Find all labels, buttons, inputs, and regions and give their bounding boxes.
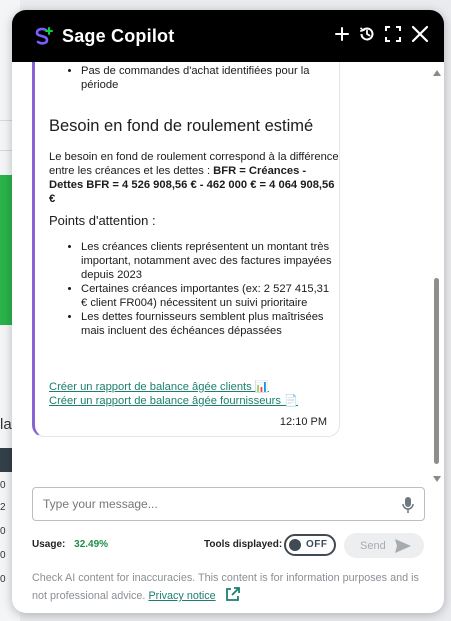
bullet-list: Pas de commandes d'achat identifiées pou… [35, 64, 335, 92]
background-cell: 2 [0, 502, 6, 513]
background-divider [0, 150, 12, 151]
background-text: la [0, 416, 12, 433]
list-item: Pas de commandes d'achat identifiées pou… [81, 64, 335, 92]
scrollbar-thumb[interactable] [434, 278, 439, 464]
assistant-message: Pas de commandes d'achat identifiées pou… [32, 62, 340, 437]
background-cell: 0 [0, 574, 6, 585]
list-item: Les dettes fournisseurs semblent plus ma… [81, 310, 335, 338]
create-client-aging-report-link[interactable]: Créer un rapport de balance âgée clients… [49, 380, 298, 394]
usage-indicator: Usage: 32.49% [32, 539, 108, 550]
background-dark-bar [0, 448, 12, 472]
copilot-panel: Sage Copilot Pas de commandes d'achat id… [12, 10, 444, 613]
chat-scrollbar[interactable] [432, 70, 442, 482]
background-divider [0, 120, 12, 121]
toggle-knob [289, 539, 301, 551]
chat-area: Pas de commandes d'achat identifiées pou… [12, 62, 444, 482]
message-timestamp: 12:10 PM [279, 416, 327, 428]
disclaimer: Check AI content for inaccuracies. This … [32, 570, 427, 604]
list-item: Certaines créances importantes (ex: 2 52… [81, 282, 335, 310]
attention-title: Points d'attention : [49, 213, 156, 228]
send-icon [395, 539, 411, 553]
sage-logo-icon [35, 27, 53, 45]
create-supplier-aging-report-link[interactable]: Créer un rapport de balance âgée fournis… [49, 394, 298, 408]
usage-value: 32.49% [74, 539, 109, 550]
send-label: Send [360, 539, 386, 552]
message-input[interactable] [33, 488, 373, 520]
close-icon[interactable] [410, 24, 430, 44]
tools-displayed-toggle[interactable]: OFF [284, 534, 336, 556]
panel-header: Sage Copilot [12, 10, 444, 62]
external-link-icon[interactable] [225, 586, 241, 602]
background-cell: 0 [0, 550, 6, 561]
attention-list: Les créances clients représentent un mon… [35, 240, 335, 338]
message-paragraph: Le besoin en fond de roulement correspon… [49, 150, 339, 206]
history-icon[interactable] [358, 25, 376, 43]
tools-displayed-label: Tools displayed: [204, 539, 283, 550]
usage-label: Usage: [32, 539, 66, 550]
plus-icon[interactable] [334, 26, 350, 42]
background-cell: 0 [0, 480, 6, 491]
background-green-bar [0, 175, 12, 325]
list-item: Les créances clients représentent un mon… [81, 240, 335, 282]
message-heading: Besoin en fond de roulement estimé [49, 117, 314, 135]
send-button[interactable]: Send [344, 533, 424, 558]
expand-icon[interactable] [384, 25, 402, 43]
suggestion-links: Créer un rapport de balance âgée clients… [49, 380, 298, 408]
scroll-up-icon[interactable] [433, 70, 441, 76]
app-title: Sage Copilot [62, 25, 175, 46]
scroll-down-icon[interactable] [433, 476, 441, 482]
privacy-notice-link[interactable]: Privacy notice [148, 590, 215, 602]
background-cell: 0 [0, 526, 6, 537]
message-input-container [32, 487, 425, 521]
toggle-state: OFF [306, 539, 328, 550]
microphone-icon[interactable] [402, 496, 414, 514]
